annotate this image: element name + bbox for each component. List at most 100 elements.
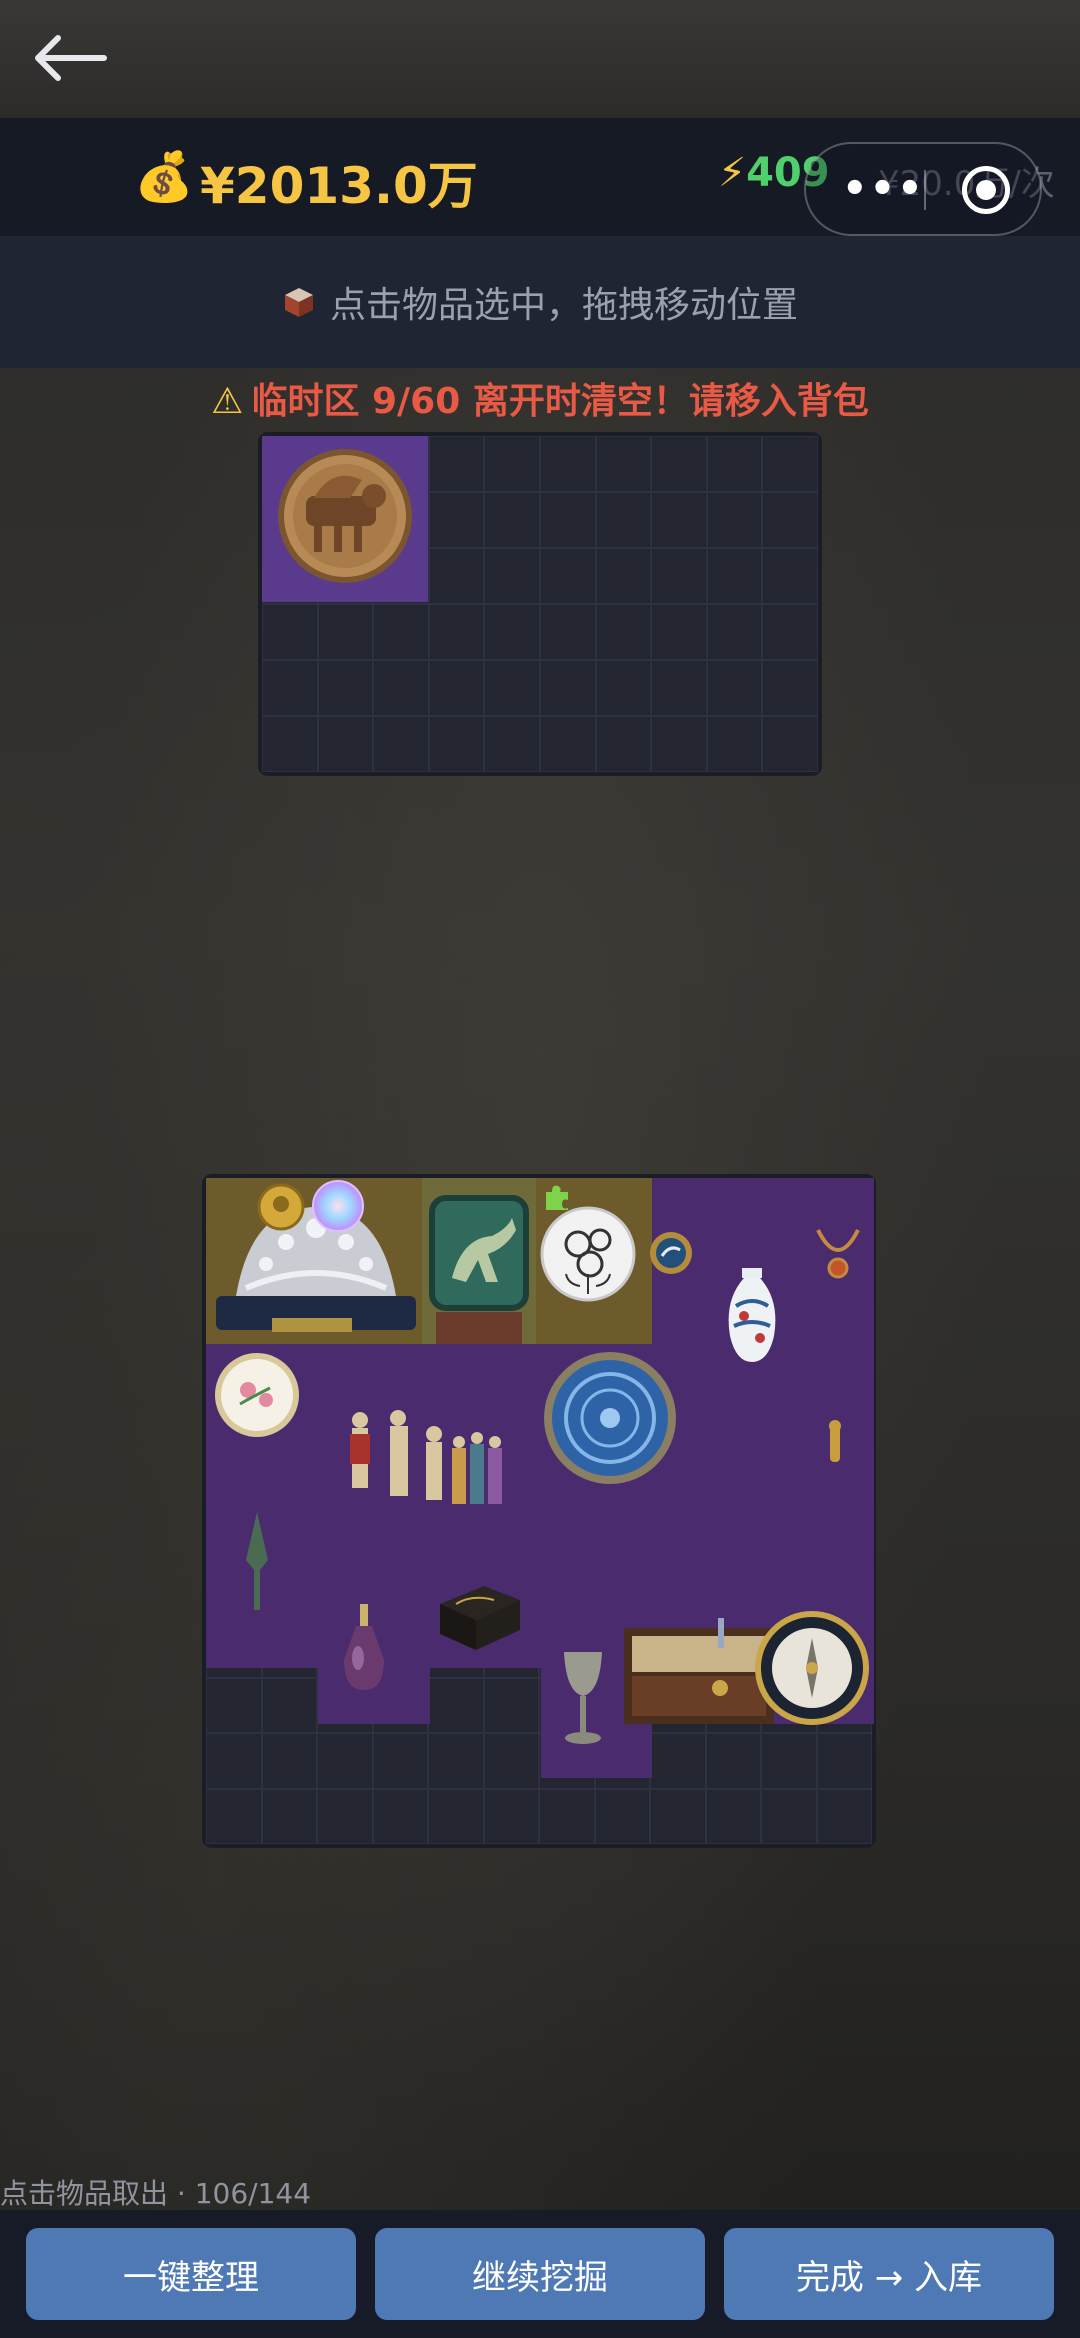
- grid-cell[interactable]: [262, 604, 318, 660]
- grid-cell[interactable]: [651, 436, 707, 492]
- grid-cell[interactable]: [761, 1788, 817, 1844]
- grid-cell[interactable]: [650, 1733, 706, 1789]
- grid-cell[interactable]: [595, 716, 652, 772]
- more-icon[interactable]: •••: [842, 166, 925, 212]
- grid-cell[interactable]: [650, 1788, 706, 1844]
- grid-cell[interactable]: [483, 1733, 539, 1789]
- grid-cell[interactable]: [762, 492, 818, 548]
- grid-cell[interactable]: [428, 660, 485, 716]
- grid-cell[interactable]: [206, 1733, 262, 1789]
- grid-cell[interactable]: [317, 660, 374, 716]
- grid-cell[interactable]: [762, 436, 818, 492]
- silver-goblet[interactable]: [558, 1646, 608, 1750]
- holographic-medal[interactable]: [310, 1178, 366, 1234]
- grid-cell[interactable]: [706, 716, 763, 772]
- porcelain-vase[interactable]: [720, 1266, 784, 1366]
- grid-cell[interactable]: [539, 1788, 595, 1844]
- gold-pendant-necklace[interactable]: [810, 1224, 866, 1284]
- grid-cell[interactable]: [595, 604, 652, 660]
- antique-compass[interactable]: [754, 1610, 870, 1726]
- gold-figurine[interactable]: [822, 1418, 848, 1468]
- grid-cell[interactable]: [540, 604, 596, 660]
- grid-cell[interactable]: [373, 716, 429, 772]
- finish-store-button[interactable]: 完成 → 入库: [724, 2228, 1054, 2320]
- grid-cell[interactable]: [428, 1733, 484, 1789]
- grid-cell[interactable]: [762, 716, 818, 772]
- grid-cell[interactable]: [705, 1788, 761, 1844]
- grid-cell[interactable]: [428, 604, 485, 660]
- lamassu-relief-coin[interactable]: [262, 436, 428, 602]
- grid-cell[interactable]: [317, 604, 374, 660]
- grid-cell[interactable]: [484, 604, 540, 660]
- grid-cell[interactable]: [540, 716, 596, 772]
- grid-cell[interactable]: [651, 604, 707, 660]
- miniprogram-capsule[interactable]: •••: [804, 142, 1042, 236]
- grid-cell[interactable]: [484, 716, 540, 772]
- grid-cell[interactable]: [540, 660, 596, 716]
- backpack-grid[interactable]: [202, 1174, 876, 1848]
- grid-cell[interactable]: [484, 492, 540, 548]
- grid-cell[interactable]: [261, 1788, 317, 1844]
- grid-cell[interactable]: [816, 1788, 872, 1844]
- grid-cell[interactable]: [816, 1733, 872, 1789]
- perfume-bottle[interactable]: [334, 1598, 394, 1698]
- temp-zone-grid[interactable]: [258, 432, 822, 776]
- bronze-spearhead[interactable]: [242, 1510, 272, 1614]
- grid-cell[interactable]: [261, 1677, 317, 1733]
- lacquer-box[interactable]: [432, 1576, 524, 1656]
- grid-cell[interactable]: [317, 716, 374, 772]
- grid-cell[interactable]: [595, 436, 652, 492]
- continue-dig-button[interactable]: 继续挖掘: [375, 2228, 705, 2320]
- grid-cell[interactable]: [540, 436, 596, 492]
- grid-cell[interactable]: [651, 716, 707, 772]
- grid-cell[interactable]: [428, 548, 485, 604]
- close-miniprogram-icon[interactable]: [962, 166, 1010, 214]
- grid-cell[interactable]: [762, 548, 818, 604]
- grid-cell[interactable]: [761, 1733, 817, 1789]
- grid-cell[interactable]: [206, 1788, 262, 1844]
- grid-cell[interactable]: [595, 548, 652, 604]
- antique-writing-desk[interactable]: [624, 1618, 774, 1724]
- grid-cell[interactable]: [762, 660, 818, 716]
- grid-cell[interactable]: [594, 1788, 650, 1844]
- grid-cell[interactable]: [706, 548, 763, 604]
- grid-cell[interactable]: [705, 1733, 761, 1789]
- grid-cell[interactable]: [651, 548, 707, 604]
- grid-cell[interactable]: [762, 604, 818, 660]
- blue-ornate-plate[interactable]: [540, 1348, 680, 1488]
- grid-cell[interactable]: [262, 660, 318, 716]
- grid-cell[interactable]: [595, 492, 652, 548]
- grid-cell[interactable]: [206, 1677, 262, 1733]
- grid-cell[interactable]: [706, 436, 763, 492]
- grid-cell[interactable]: [540, 548, 596, 604]
- grid-cell[interactable]: [373, 604, 429, 660]
- grid-cell[interactable]: [428, 1788, 484, 1844]
- grid-cell[interactable]: [540, 492, 596, 548]
- grid-cell[interactable]: [651, 492, 707, 548]
- grid-cell[interactable]: [484, 436, 540, 492]
- grid-cell[interactable]: [372, 1733, 428, 1789]
- organize-button[interactable]: 一键整理: [26, 2228, 356, 2320]
- grid-cell[interactable]: [484, 548, 540, 604]
- grid-cell[interactable]: [428, 492, 485, 548]
- grid-cell[interactable]: [483, 1677, 539, 1733]
- grid-cell[interactable]: [595, 660, 652, 716]
- bronze-horse-plaque[interactable]: [422, 1178, 536, 1344]
- sunflower-sketch-plate[interactable]: [538, 1204, 638, 1304]
- roman-figures-statues[interactable]: [336, 1404, 546, 1524]
- grid-cell[interactable]: [428, 1677, 484, 1733]
- blue-bird-plate[interactable]: [648, 1230, 694, 1276]
- grid-cell[interactable]: [372, 1788, 428, 1844]
- grid-cell[interactable]: [483, 1788, 539, 1844]
- grid-cell[interactable]: [262, 716, 318, 772]
- grid-cell[interactable]: [428, 716, 485, 772]
- floral-porcelain-dish[interactable]: [210, 1348, 304, 1442]
- grid-cell[interactable]: [428, 436, 485, 492]
- grid-cell[interactable]: [706, 492, 763, 548]
- grid-cell[interactable]: [706, 660, 763, 716]
- grid-cell[interactable]: [317, 1788, 373, 1844]
- back-arrow-icon[interactable]: [30, 30, 110, 86]
- grid-cell[interactable]: [317, 1733, 373, 1789]
- grid-cell[interactable]: [484, 660, 540, 716]
- grid-cell[interactable]: [261, 1733, 317, 1789]
